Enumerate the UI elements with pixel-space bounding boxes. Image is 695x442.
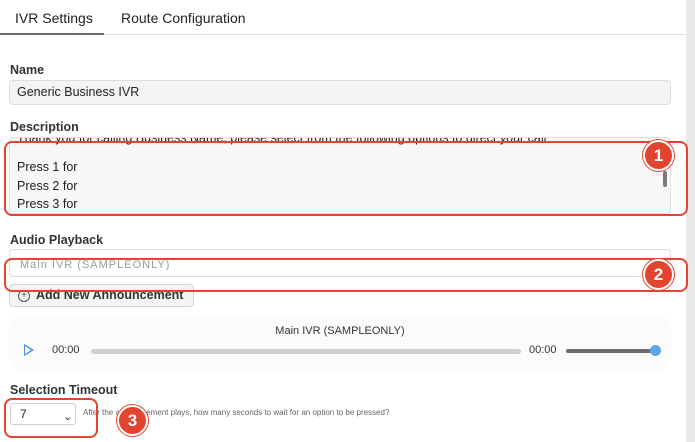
audio-player: Main IVR (SAMPLEONLY) 00:00 00:00 (9, 316, 671, 370)
callout-badge-3: 3 (117, 405, 148, 436)
player-current-time: 00:00 (52, 344, 80, 356)
callout-badge-2: 2 (643, 259, 674, 290)
play-icon[interactable] (24, 344, 34, 356)
page-edge (686, 0, 695, 442)
volume-slider[interactable] (566, 349, 656, 353)
callout-box-audio-playback (4, 258, 688, 292)
name-label: Name (10, 63, 45, 77)
tab-route-configuration[interactable]: Route Configuration (121, 0, 246, 35)
callout-badge-1: 1 (643, 140, 674, 171)
selection-timeout-label: Selection Timeout (10, 383, 118, 397)
audio-playback-label: Audio Playback (10, 233, 104, 247)
description-label: Description (10, 120, 79, 134)
player-duration: 00:00 (529, 344, 557, 356)
callout-box-timeout (4, 398, 98, 438)
name-input[interactable]: Generic Business IVR (9, 80, 671, 105)
player-progress-track[interactable] (91, 349, 521, 354)
callout-box-description (4, 141, 688, 216)
player-title: Main IVR (SAMPLEONLY) (275, 325, 405, 337)
volume-slider-handle[interactable] (650, 345, 661, 356)
tab-ivr-settings[interactable]: IVR Settings (0, 0, 104, 35)
tab-bar: IVR Settings Route Configuration (0, 0, 686, 35)
